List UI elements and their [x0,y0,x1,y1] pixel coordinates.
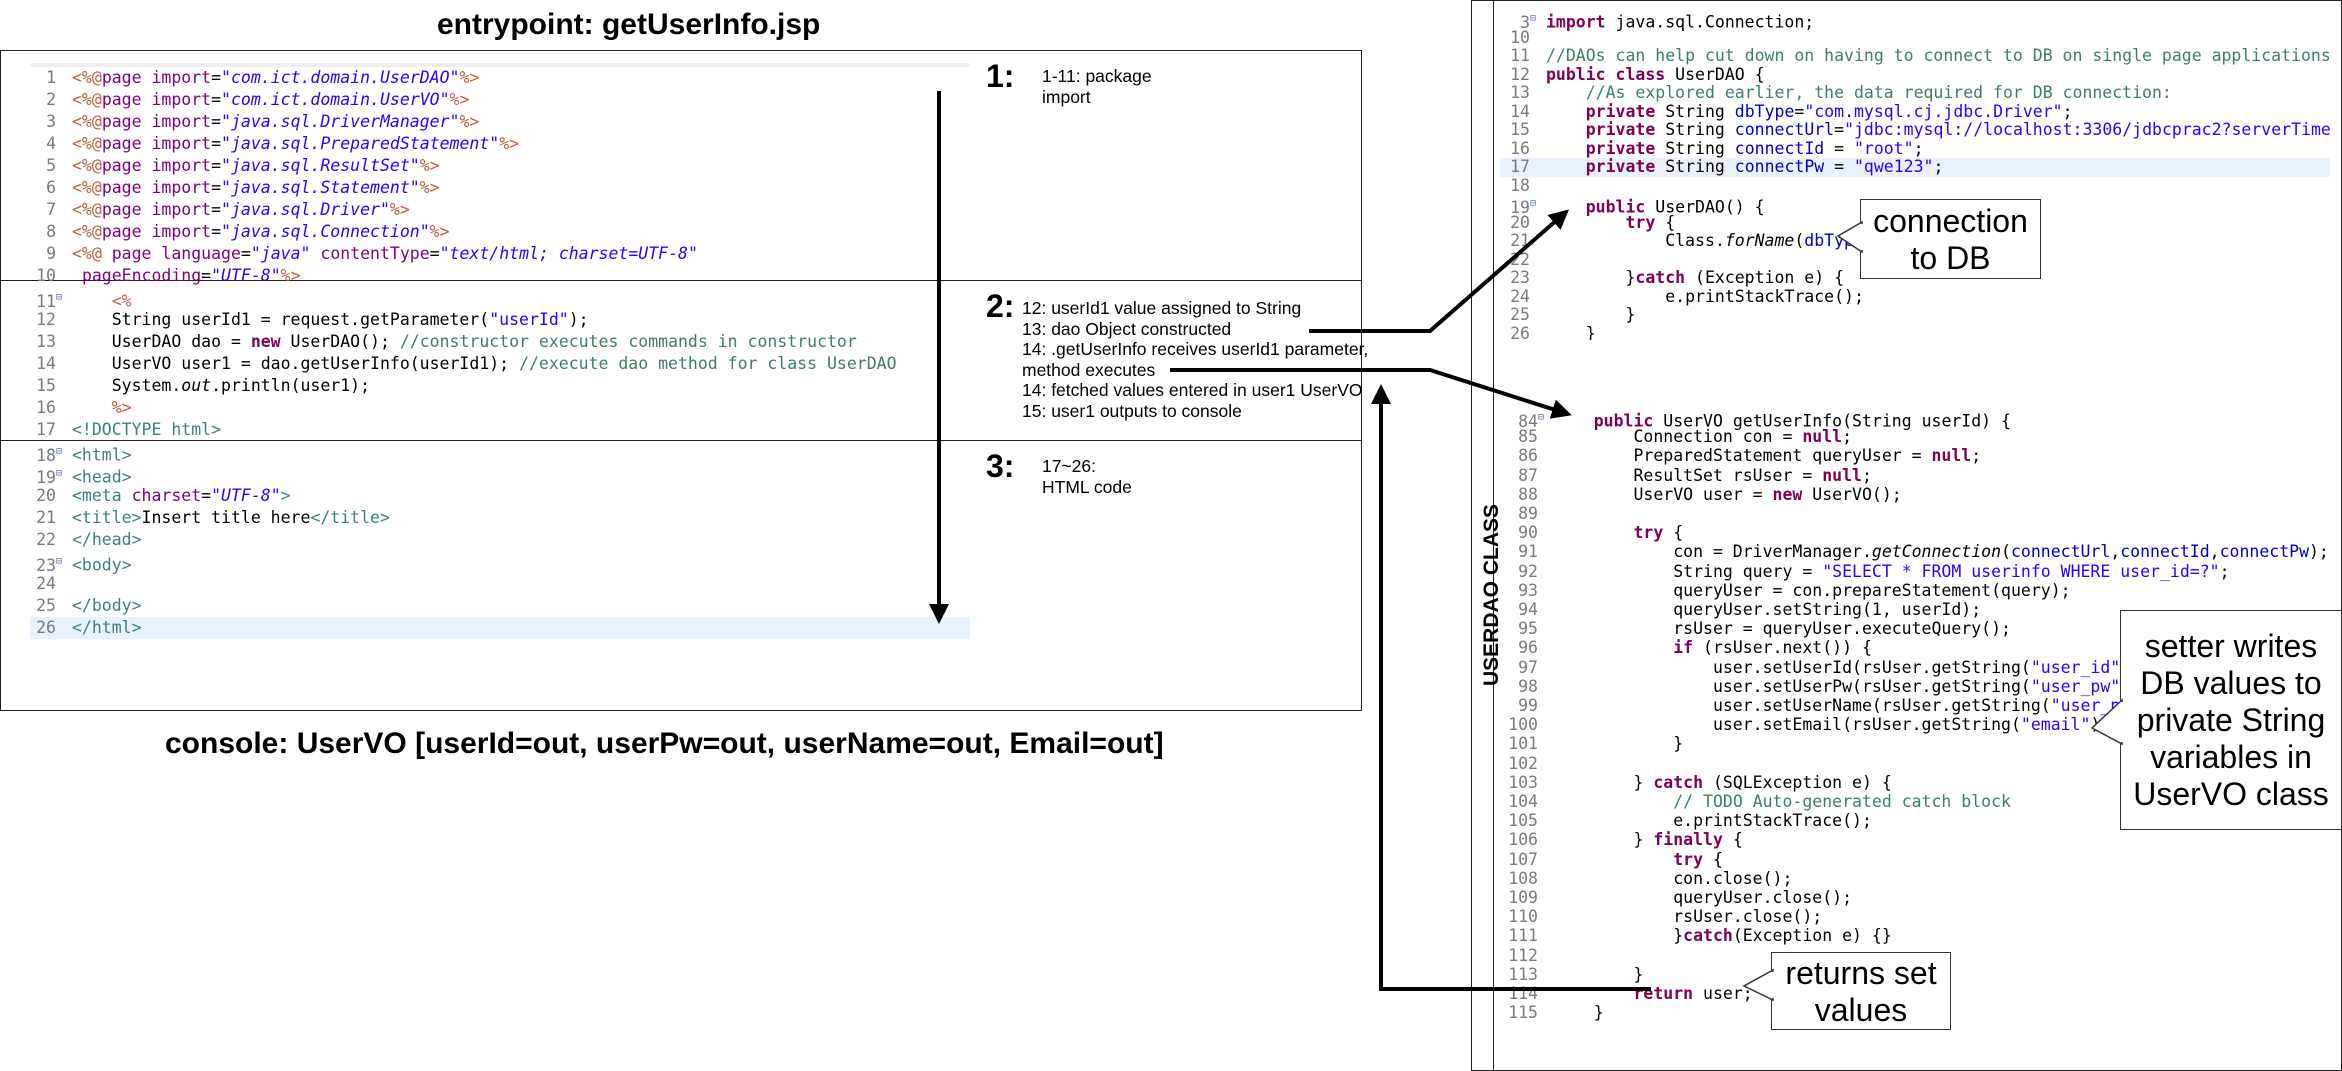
returns-callout-pointer [1742,968,1774,1002]
callout-pointers [1742,220,2124,1002]
connection-callout-pointer [1836,220,1863,254]
setter-callout-pointer [2090,698,2123,746]
